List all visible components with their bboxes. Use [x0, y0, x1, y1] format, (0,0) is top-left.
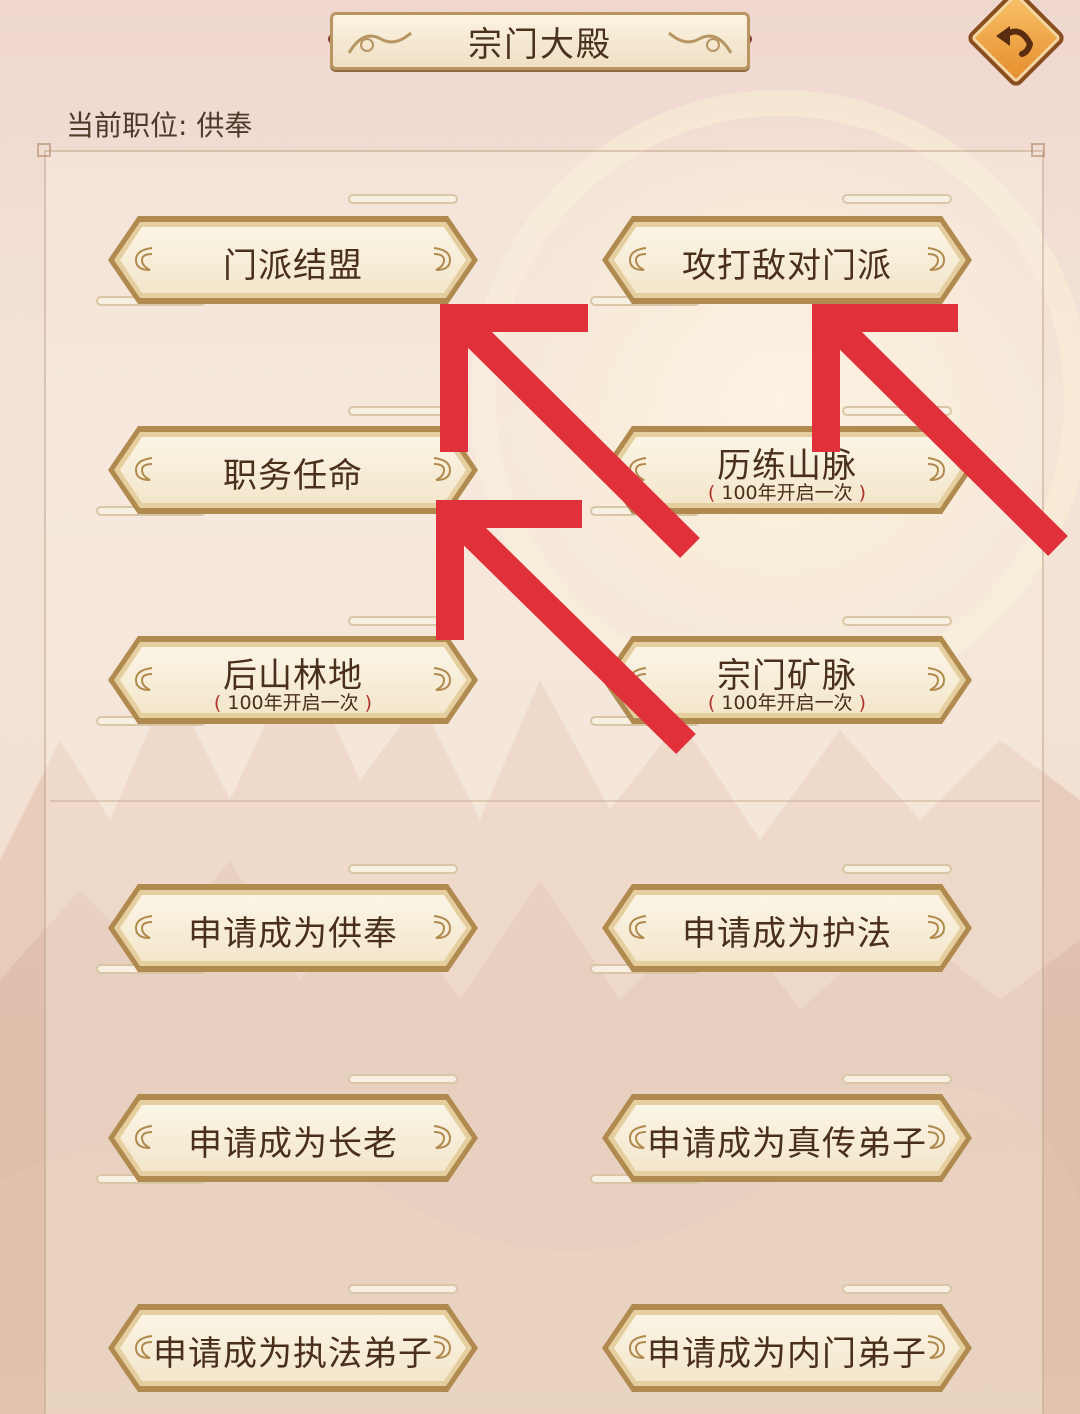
cloud-ornament: [842, 406, 952, 416]
scroll-ornament-icon: [433, 1335, 452, 1359]
attack-rival-sect-button-label: 攻打敌对门派: [682, 246, 892, 286]
cloud-ornament: [348, 406, 458, 416]
apply-hufa-button-label: 申请成为护法: [682, 914, 892, 954]
back-mountain-forest-cooldown: ( 100年开启一次 ): [213, 692, 373, 714]
scroll-ornament-icon: [927, 457, 946, 481]
scroll-ornament-icon: [134, 1125, 153, 1149]
scroll-ornament-icon: [134, 667, 153, 691]
apply-zhenchuan-button-label: 申请成为真传弟子: [647, 1124, 927, 1164]
scroll-ornament-icon: [433, 667, 452, 691]
cloud-ornament: [348, 616, 458, 626]
scroll-ornament-icon: [628, 247, 647, 271]
scroll-ornament-icon: [628, 915, 647, 939]
cloud-ornament: [842, 616, 952, 626]
scroll-ornament-icon: [433, 1125, 452, 1149]
trial-mountains-cooldown: ( 100年开启一次 ): [707, 482, 867, 504]
current-position-label: 当前职位:: [66, 109, 188, 142]
alliance-button-label: 门派结盟: [223, 246, 363, 286]
scroll-ornament-icon: [134, 1335, 153, 1359]
scroll-ornament-icon: [628, 667, 647, 691]
apply-zhanglao-button-label: 申请成为长老: [188, 1124, 398, 1164]
apply-zhanglao-button[interactable]: 申请成为长老: [96, 1074, 478, 1184]
scroll-ornament-icon: [927, 1125, 946, 1149]
scroll-ornament-icon: [628, 1125, 647, 1149]
scroll-ornament-icon: [134, 247, 153, 271]
apply-gongfeng-button-label: 申请成为供奉: [188, 914, 398, 954]
scroll-ornament-icon: [927, 247, 946, 271]
sect-mine-cooldown: ( 100年开启一次 ): [707, 692, 867, 714]
scroll-ornament-icon: [134, 457, 153, 481]
cloud-ornament: [842, 1074, 952, 1084]
trial-mountains-button[interactable]: 历练山脉 ( 100年开启一次 ): [590, 406, 972, 516]
attack-rival-sect-button[interactable]: 攻打敌对门派: [590, 194, 972, 306]
apply-neimen-button[interactable]: 申请成为内门弟子: [602, 1284, 972, 1392]
apply-zhifa-button[interactable]: 申请成为执法弟子: [108, 1284, 478, 1392]
scroll-ornament-icon: [433, 915, 452, 939]
scroll-ornament-icon: [927, 915, 946, 939]
content-frame: [44, 150, 1044, 1414]
cloud-ornament: [348, 194, 458, 204]
appoint-duty-button[interactable]: 职务任命: [96, 406, 478, 516]
cloud-ornament: [348, 864, 458, 874]
cloud-ornament: [348, 1074, 458, 1084]
back-arrow-icon[interactable]: [990, 14, 1042, 66]
scroll-ornament-icon: [927, 1335, 946, 1359]
apply-zhenchuan-button[interactable]: 申请成为真传弟子: [590, 1074, 972, 1184]
cloud-ornament-icon: [668, 31, 733, 54]
scroll-ornament-icon: [433, 247, 452, 271]
appoint-duty-button-label: 职务任命: [223, 456, 363, 496]
title-banner: 宗门大殿: [330, 12, 750, 70]
scroll-ornament-icon: [628, 1335, 647, 1359]
cloud-ornament: [842, 194, 952, 204]
current-position: 当前职位: 供奉: [66, 104, 252, 144]
current-position-value: 供奉: [196, 109, 253, 142]
apply-hufa-button[interactable]: 申请成为护法: [590, 864, 972, 974]
cloud-ornament: [348, 1284, 458, 1294]
page-title: 宗门大殿: [468, 24, 612, 65]
frame-corner-right: [1031, 143, 1045, 157]
section-divider: [50, 800, 1040, 802]
scroll-ornament-icon: [927, 667, 946, 691]
scroll-ornament-icon: [433, 457, 452, 481]
scroll-ornament-icon: [134, 915, 153, 939]
apply-zhifa-button-label: 申请成为执法弟子: [153, 1334, 433, 1374]
back-mountain-forest-button[interactable]: 后山林地 ( 100年开启一次 ): [96, 616, 478, 726]
cloud-ornament-icon: [347, 31, 412, 54]
sect-mine-button[interactable]: 宗门矿脉 ( 100年开启一次 ): [590, 616, 972, 726]
apply-neimen-button-label: 申请成为内门弟子: [647, 1334, 927, 1374]
scroll-ornament-icon: [628, 457, 647, 481]
apply-gongfeng-button[interactable]: 申请成为供奉: [96, 864, 478, 974]
alliance-button[interactable]: 门派结盟: [96, 194, 478, 306]
frame-corner-left: [37, 143, 51, 157]
cloud-ornament: [842, 864, 952, 874]
cloud-ornament: [842, 1284, 952, 1294]
